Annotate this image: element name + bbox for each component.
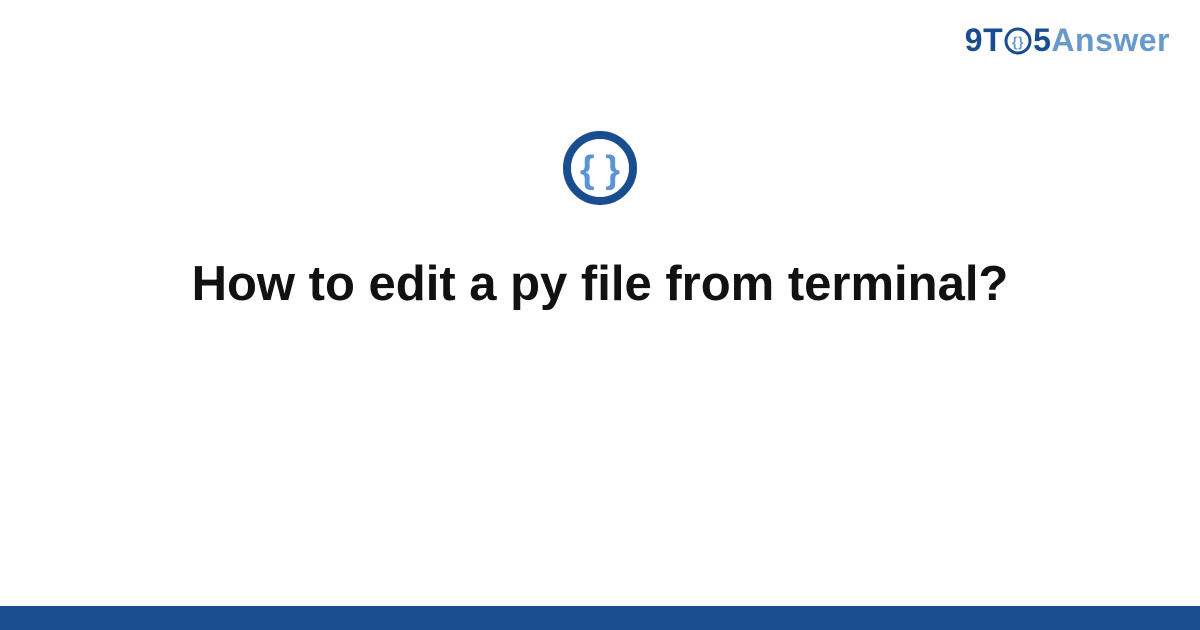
svg-text:{}: {}	[1012, 33, 1024, 49]
bottom-accent-bar	[0, 606, 1200, 630]
brand-text-5: 5	[1033, 22, 1051, 59]
social-card: 9T {} 5 Answer { } How to edit a py file…	[0, 0, 1200, 630]
brand-text-9t: 9T	[965, 22, 1003, 59]
brand-o-icon: {}	[1004, 27, 1032, 55]
svg-text:{ }: { }	[580, 149, 620, 191]
brand-logo: 9T {} 5 Answer	[965, 22, 1170, 59]
page-title: How to edit a py file from terminal?	[0, 256, 1200, 312]
braces-icon: { }	[562, 130, 638, 206]
brand-text-answer: Answer	[1051, 22, 1170, 59]
